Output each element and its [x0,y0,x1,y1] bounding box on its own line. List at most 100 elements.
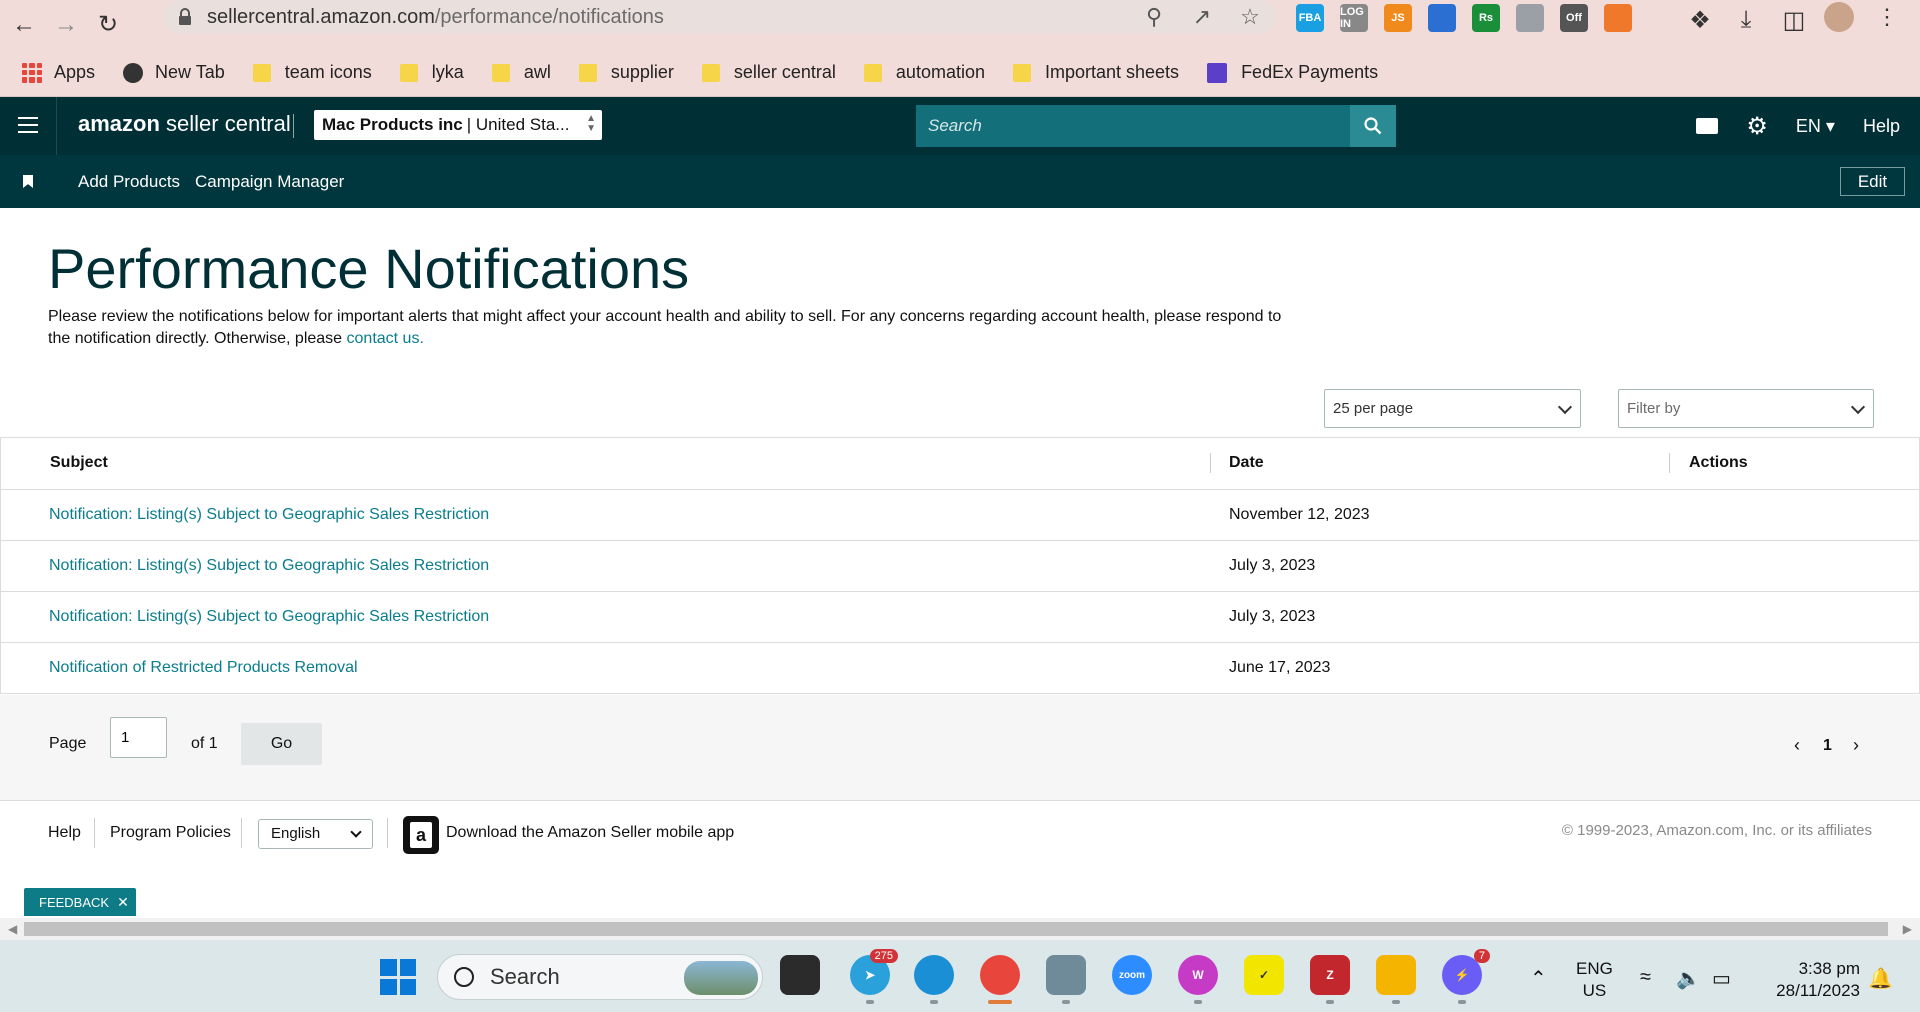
language-selector[interactable]: EN ▾ [1796,116,1835,137]
updown-arrows-icon: ▲ ▼ [586,113,596,134]
bookmark-team-icons[interactable]: team icons [252,62,372,83]
chevron-down-icon [350,826,362,838]
off-ext-icon[interactable]: Off [1560,4,1588,32]
blue-ext-icon[interactable] [1428,4,1456,32]
bookmark-label: supplier [610,62,674,82]
language-indicator[interactable]: ENG US [1576,958,1613,1002]
clock[interactable]: 3:38 pm 28/11/2023 [1760,958,1860,1002]
address-bar[interactable]: sellercentral.amazon.com/performance/not… [163,0,1277,34]
add-products-link[interactable]: Add Products [78,172,180,192]
bookmark-lyka[interactable]: lyka [399,62,464,83]
telegram-icon[interactable]: ➤ 275 [850,949,898,995]
notification-subject-link[interactable]: Notification: Listing(s) Subject to Geog… [49,608,489,626]
star-icon[interactable]: ☆ [1237,4,1263,30]
go-button[interactable]: Go [241,723,322,765]
forward-arrow-icon[interactable]: → [48,7,84,43]
bookmark-important-sheets[interactable]: Important sheets [1012,62,1179,83]
current-page-number[interactable]: 1 [1823,737,1832,755]
contact-us-link[interactable]: contact us. [347,330,424,347]
notification-subject-link[interactable]: Notification: Listing(s) Subject to Geog… [49,506,489,524]
gray-ext-icon[interactable] [1516,4,1544,32]
reload-icon[interactable]: ↻ [90,7,126,43]
filter-select[interactable]: Filter by [1618,389,1874,428]
bookmark-label: lyka [431,62,464,82]
bookmark-fedex-payments[interactable]: FedEx Payments [1207,62,1378,83]
rs-ext-icon[interactable]: Rs [1472,4,1500,32]
footer-help-link[interactable]: Help [48,824,81,842]
edge-icon[interactable] [914,955,954,995]
folder-icon [578,63,597,82]
chrome-icon[interactable] [980,955,1020,995]
js-ext-icon[interactable]: JS [1384,4,1412,32]
bookmark-apps[interactable]: Apps [22,62,95,83]
feedback-tab[interactable]: FEEDBACK ✕ [24,888,136,916]
hamburger-menu-icon[interactable] [18,117,38,133]
program-policies-link[interactable]: Program Policies [110,824,231,842]
extensions-bar: FBA LOG IN JS Rs Off [1296,4,1632,32]
chevron-up-icon[interactable]: ⌃ [1530,966,1547,991]
notification-date: November 12, 2023 [1229,506,1370,523]
battery-icon[interactable]: ▭ [1712,966,1731,991]
shortcut-bar: Add Products Campaign Manager [0,155,1920,208]
help-link[interactable]: Help [1863,116,1900,137]
task-view-icon[interactable] [780,955,820,995]
filezilla-icon[interactable]: Z [1310,955,1350,995]
page-footer: Help Program Policies English Download t… [0,802,1920,918]
campaign-manager-link[interactable]: Campaign Manager [195,172,344,192]
per-page-select[interactable]: 25 per page [1324,389,1581,428]
wifi-icon[interactable]: ≈ [1640,966,1651,989]
bookmark-new-tab[interactable]: New Tab [123,62,225,83]
chevron-right-icon[interactable]: › [1853,735,1859,756]
footer-language-select[interactable]: English [258,819,373,849]
mail-icon[interactable] [1696,118,1719,134]
edit-button[interactable]: Edit [1840,167,1905,196]
sticky-notes-icon[interactable]: ✓ [1244,955,1284,995]
search-button[interactable] [1350,105,1396,147]
bookmark-awl[interactable]: awl [491,62,551,83]
page-label: Page [49,735,87,752]
gear-icon[interactable]: ⚙ [1746,112,1768,141]
fba-ext-icon[interactable]: FBA [1296,4,1324,32]
taskbar-search[interactable]: Search [437,954,763,1000]
search-input[interactable]: Search [916,105,1350,147]
wps-icon[interactable]: W [1178,955,1218,995]
calculator-icon[interactable] [1046,955,1086,995]
back-arrow-icon[interactable]: ← [6,7,42,43]
bookmark-supplier[interactable]: supplier [578,62,674,83]
zoom-icon[interactable]: ⚲ [1141,4,1167,30]
horizontal-scrollbar[interactable]: ◀ ▶ [0,918,1920,940]
chevron-left-icon[interactable]: ‹ [1794,735,1800,756]
notification-date: June 17, 2023 [1229,659,1331,676]
file-explorer-icon[interactable] [1376,955,1416,995]
messenger-icon[interactable]: ⚡ 7 [1442,949,1490,995]
close-icon[interactable]: ✕ [117,894,129,911]
amazon-app-icon[interactable]: a [403,816,439,854]
seller-central-logo[interactable]: amazon seller central [78,111,291,137]
notification-subject-link[interactable]: Notification of Restricted Products Remo… [49,659,358,677]
scrollbar-thumb[interactable] [24,922,1888,936]
profile-avatar[interactable] [1824,2,1854,32]
scroll-left-icon[interactable]: ◀ [8,922,17,936]
login-ext-icon[interactable]: LOG IN [1340,4,1368,32]
folder-icon [863,63,882,82]
scroll-right-icon[interactable]: ▶ [1903,922,1912,936]
copyright-text: © 1999-2023, Amazon.com, Inc. or its aff… [1561,822,1872,839]
download-app-link[interactable]: Download the Amazon Seller mobile app [446,824,734,842]
bookmark-icon[interactable] [23,175,33,188]
download-icon[interactable]: ⤓ [1728,2,1764,38]
puzzle-icon[interactable]: ❖ [1682,2,1718,38]
table-row: Notification: Listing(s) Subject to Geog… [0,541,1920,592]
volume-icon[interactable]: 🔈 [1676,966,1701,991]
bookmark-seller-central[interactable]: seller central [701,62,836,83]
notification-subject-link[interactable]: Notification: Listing(s) Subject to Geog… [49,557,489,575]
bookmark-automation[interactable]: automation [863,62,985,83]
share-icon[interactable]: ↗ [1189,4,1215,30]
account-switcher[interactable]: Mac Products inc | United Sta... ▲ ▼ [314,110,602,140]
orange-ext-icon[interactable] [1604,4,1632,32]
page-number-input[interactable] [110,717,167,758]
side-panel-icon[interactable]: ◫ [1776,2,1812,38]
more-menu-icon[interactable]: ⋮ [1876,4,1898,30]
zoom-icon[interactable]: zoom [1112,955,1152,995]
windows-start-icon[interactable] [380,959,416,995]
notification-bell-icon[interactable]: 🔔 [1868,966,1893,991]
